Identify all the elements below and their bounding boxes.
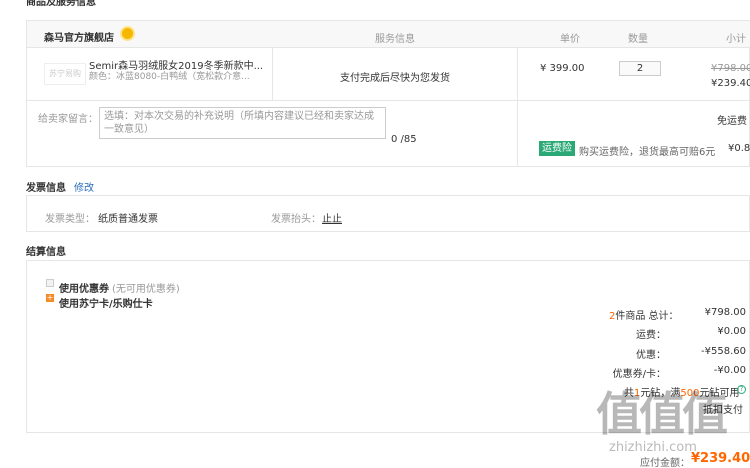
header-subtotal: 小计 xyxy=(726,34,746,45)
product-section-title: 商品及服务信息 xyxy=(26,0,96,8)
thumbnail-logo: 苏宁易购 xyxy=(49,69,81,78)
remark-label: 给卖家留言： xyxy=(38,114,98,125)
watermark-domain: zhizhizhi.com xyxy=(609,440,697,455)
shipping-free: 免运费 xyxy=(717,116,747,127)
shipping-label: 运费： xyxy=(636,330,666,341)
quantity-field[interactable]: 2 xyxy=(619,61,661,76)
insurance-price: ¥0.85 xyxy=(728,143,750,154)
subtotal: ¥239.40 xyxy=(711,78,750,89)
remark-counter: 0 /85 xyxy=(391,134,417,145)
expand-plus-icon[interactable]: + xyxy=(46,294,54,302)
card-label[interactable]: 使用苏宁卡/乐购仕卡 xyxy=(59,295,153,310)
payable-label: 应付金额： xyxy=(640,458,690,468)
service-text: 支付完成后尽快为您发货 xyxy=(340,73,450,84)
coupon-card-value: -¥0.00 xyxy=(713,365,746,376)
watermark-logo: 值值值 xyxy=(596,387,728,441)
sun-badge-icon xyxy=(122,28,133,39)
settlement-title: 结算信息 xyxy=(26,247,66,258)
coupon-card-label: 优惠券/卡： xyxy=(612,369,666,380)
product-thumbnail[interactable]: 苏宁易购 xyxy=(44,63,86,85)
header-quantity: 数量 xyxy=(628,34,648,45)
header-service: 服务信息 xyxy=(375,34,415,45)
insurance-text: 购买运费险，退货最高可赔6元 xyxy=(579,147,716,158)
shipping-value: ¥0.00 xyxy=(717,326,746,337)
payable-value: ¥239.40 xyxy=(691,451,750,466)
coupon-label[interactable]: 使用优惠券 xyxy=(59,280,109,295)
invoice-title: 发票信息 xyxy=(26,183,66,194)
coupon-checkbox[interactable] xyxy=(46,279,54,287)
coupon-note: (无可用优惠券) xyxy=(112,284,180,295)
column-divider xyxy=(517,48,518,167)
store-name[interactable]: 森马官方旗舰店 xyxy=(44,29,114,44)
product-spec: 颜色：冰蓝8080-白鸭绒（宽松款介意... xyxy=(89,72,250,82)
header-unit-price: 单价 xyxy=(560,34,580,45)
discount-value: -¥558.60 xyxy=(701,346,746,357)
invoice-header-value[interactable]: 止止 xyxy=(322,210,342,225)
items-suffix: 件商品 总计： xyxy=(615,311,679,322)
unit-price: ¥ 399.00 xyxy=(540,63,585,74)
remark-input[interactable]: 选填：对本次交易的补充说明（所填内容建议已经和卖家达成一致意见） xyxy=(99,107,386,139)
invoice-edit-link[interactable]: 修改 xyxy=(74,179,94,194)
invoice-type-label: 发票类型： xyxy=(45,214,95,225)
discount-label: 优惠： xyxy=(636,350,666,361)
invoice-type-value: 纸质普通发票 xyxy=(98,214,158,225)
items-total-value: ¥798.00 xyxy=(704,307,746,318)
original-subtotal: ¥798.00 xyxy=(711,63,750,74)
invoice-header-label: 发票抬头： xyxy=(271,214,321,225)
items-total-label: 2件商品 总计： xyxy=(609,307,679,322)
help-icon[interactable]: ? xyxy=(737,385,746,394)
insurance-badge[interactable]: 运费险 xyxy=(539,141,575,156)
column-divider xyxy=(272,48,273,101)
